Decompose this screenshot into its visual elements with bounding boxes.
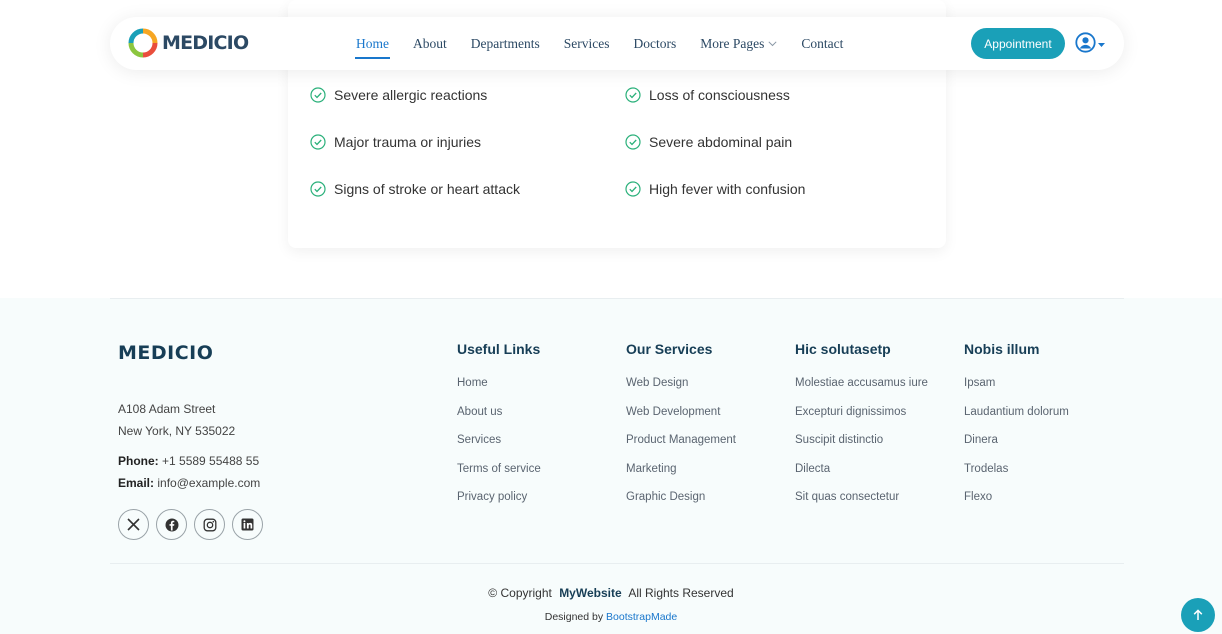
footer-col-nobis-illum: Nobis illum Ipsam Laudantium dolorum Din… xyxy=(964,341,1069,512)
linkedin-icon[interactable] xyxy=(232,509,263,540)
phone-line: Phone: +1 5589 55488 55 xyxy=(118,450,260,472)
nav-about[interactable]: About xyxy=(413,17,447,70)
footer-link[interactable]: Excepturi dignissimos xyxy=(795,398,928,427)
logo[interactable]: MEDICIO xyxy=(128,28,249,58)
footer-col-title: Nobis illum xyxy=(964,341,1040,357)
check-circle-icon xyxy=(625,87,641,103)
nav-departments[interactable]: Departments xyxy=(471,17,540,70)
check-circle-icon xyxy=(625,181,641,197)
condition-item: Severe allergic reactions xyxy=(310,86,625,104)
footer-link[interactable]: Services xyxy=(457,426,541,455)
condition-text: Severe abdominal pain xyxy=(649,134,793,150)
chevron-down-icon xyxy=(768,40,777,47)
footer-col-title: Useful Links xyxy=(457,341,541,357)
footer-col-title: Our Services xyxy=(626,341,713,357)
designed-by-label: Designed by xyxy=(544,611,604,623)
copyright-prefix: © Copyright xyxy=(488,586,552,600)
footer-link[interactable]: Product Management xyxy=(626,426,736,455)
caret-down-icon xyxy=(1098,43,1105,47)
site-header: MEDICIO Home About Departments Services … xyxy=(110,17,1124,70)
footer-link[interactable]: Graphic Design xyxy=(626,483,736,512)
footer-link[interactable]: Sit quas consectetur xyxy=(795,483,928,512)
x-icon[interactable] xyxy=(118,509,149,540)
designer-link[interactable]: BootstrapMade xyxy=(606,611,677,623)
footer-link[interactable]: Home xyxy=(457,369,541,398)
instagram-icon[interactable] xyxy=(194,509,225,540)
footer-link[interactable]: Web Development xyxy=(626,398,736,427)
footer-link[interactable]: Marketing xyxy=(626,455,736,484)
footer-divider xyxy=(110,563,1124,564)
footer-link[interactable]: Laudantium dolorum xyxy=(964,398,1069,427)
address-line-2: New York, NY 535022 xyxy=(118,424,236,438)
footer-link[interactable]: Dinera xyxy=(964,426,1069,455)
social-links xyxy=(118,509,270,540)
check-circle-icon xyxy=(310,134,326,150)
footer-link[interactable]: Molestiae accusamus iure xyxy=(795,369,928,398)
footer-link[interactable]: Suscipit distinctio xyxy=(795,426,928,455)
phone-label: Phone: xyxy=(118,454,159,468)
logo-text: MEDICIO xyxy=(162,32,249,54)
condition-item: Major trauma or injuries xyxy=(310,133,625,151)
condition-list: Severe allergic reactions Loss of consci… xyxy=(310,86,930,198)
user-circle-icon xyxy=(1075,32,1096,58)
address-line-1: A108 Adam Street xyxy=(118,402,216,416)
condition-text: Signs of stroke or heart attack xyxy=(334,181,520,197)
site-name: MyWebsite xyxy=(559,586,622,600)
condition-text: Severe allergic reactions xyxy=(334,87,488,103)
footer-link[interactable]: Flexo xyxy=(964,483,1069,512)
footer-link[interactable]: Dilecta xyxy=(795,455,928,484)
site-footer: MEDICIO A108 Adam Street New York, NY 53… xyxy=(0,298,1222,634)
email-value: info@example.com xyxy=(157,476,261,490)
footer-address: A108 Adam Street New York, NY 535022 xyxy=(118,398,235,442)
footer-link[interactable]: Terms of service xyxy=(457,455,541,484)
nav-more-pages-label: More Pages xyxy=(700,35,765,51)
footer-col-our-services: Our Services Web Design Web Development … xyxy=(626,341,736,512)
user-menu[interactable] xyxy=(1075,32,1105,58)
scroll-top-button[interactable] xyxy=(1181,598,1215,632)
condition-text: Major trauma or injuries xyxy=(334,134,482,150)
condition-item: Loss of consciousness xyxy=(625,86,930,104)
footer-contact: Phone: +1 5589 55488 55 Email: info@exam… xyxy=(118,450,260,494)
footer-link[interactable]: Web Design xyxy=(626,369,736,398)
facebook-icon[interactable] xyxy=(156,509,187,540)
condition-text: High fever with confusion xyxy=(649,181,806,197)
email-label: Email: xyxy=(118,476,155,490)
footer-link[interactable]: Ipsam xyxy=(964,369,1069,398)
check-circle-icon xyxy=(310,87,326,103)
check-circle-icon xyxy=(310,181,326,197)
nav-services[interactable]: Services xyxy=(564,17,610,70)
condition-item: Severe abdominal pain xyxy=(625,133,930,151)
email-line: Email: info@example.com xyxy=(118,472,260,494)
footer-col-useful-links: Useful Links Home About us Services Term… xyxy=(457,341,541,512)
nav-home[interactable]: Home xyxy=(355,17,390,70)
nav-more-pages[interactable]: More Pages xyxy=(700,17,777,70)
condition-text: Loss of consciousness xyxy=(649,87,790,103)
nav-contact[interactable]: Contact xyxy=(801,17,843,70)
footer-link[interactable]: Trodelas xyxy=(964,455,1069,484)
nav-doctors[interactable]: Doctors xyxy=(633,17,676,70)
condition-item: High fever with confusion xyxy=(625,180,930,198)
appointment-button[interactable]: Appointment xyxy=(971,28,1065,59)
copyright: © Copyright MyWebsite All Rights Reserve… xyxy=(0,586,1222,600)
arrow-up-icon xyxy=(1193,609,1203,621)
footer-brand[interactable]: MEDICIO xyxy=(118,342,213,364)
logo-ring-icon xyxy=(128,28,158,58)
footer-divider xyxy=(110,298,1124,299)
rights-text: All Rights Reserved xyxy=(628,586,734,600)
phone-value: +1 5589 55488 55 xyxy=(162,454,260,468)
footer-link[interactable]: About us xyxy=(457,398,541,427)
main-nav: Home About Departments Services Doctors … xyxy=(355,17,867,70)
footer-link[interactable]: Privacy policy xyxy=(457,483,541,512)
condition-item: Signs of stroke or heart attack xyxy=(310,180,625,198)
credits: Designed by BootstrapMade xyxy=(0,611,1222,623)
check-circle-icon xyxy=(625,134,641,150)
footer-col-hic-solutasetp: Hic solutasetp Molestiae accusamus iure … xyxy=(795,341,928,512)
footer-col-title: Hic solutasetp xyxy=(795,341,891,357)
